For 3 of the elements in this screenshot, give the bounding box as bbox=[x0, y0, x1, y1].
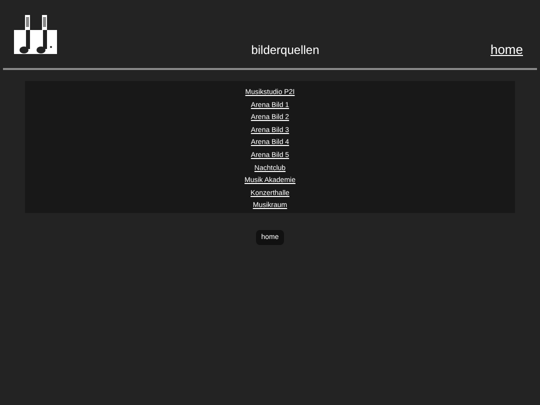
page-title: bilderquellen bbox=[250, 43, 320, 57]
logo-icon bbox=[14, 15, 58, 55]
home-link[interactable]: home bbox=[490, 42, 523, 57]
